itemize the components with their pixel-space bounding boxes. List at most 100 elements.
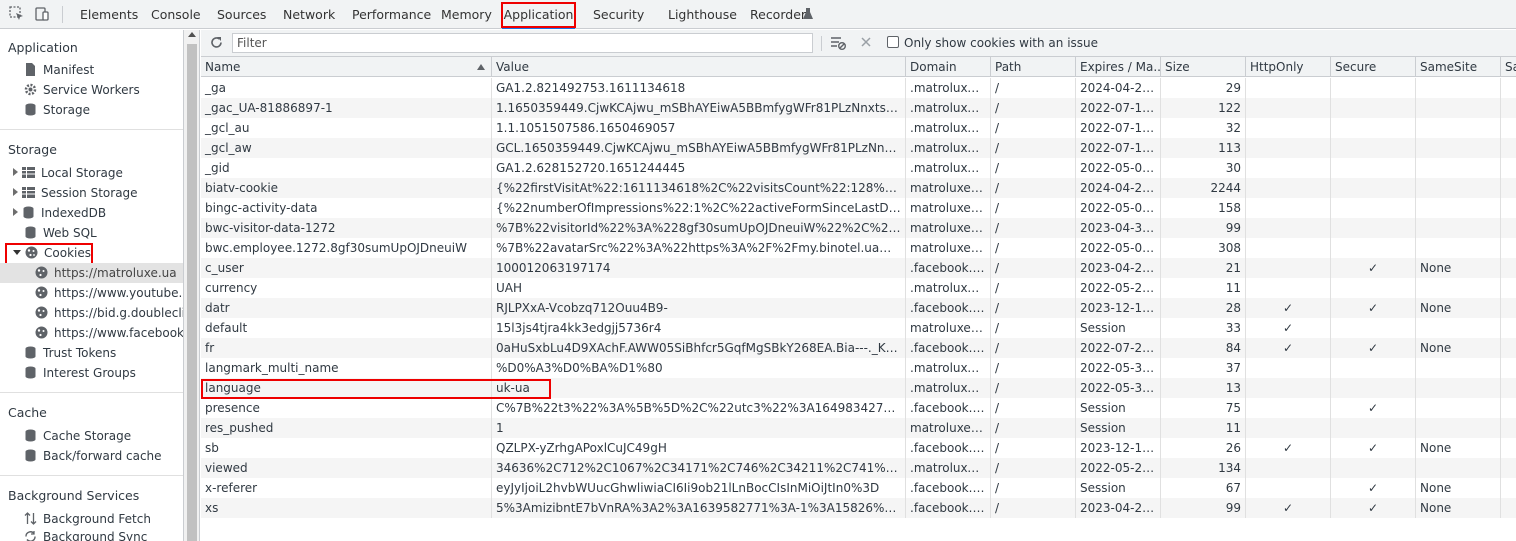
column-header-httponly[interactable]: HttpOnly [1246,57,1331,77]
sidebar-item-cookie-site[interactable]: https://www.youtube.co [35,283,183,303]
column-header-secure[interactable]: Secure [1331,57,1416,77]
delete-selected-icon[interactable] [859,35,873,52]
table-row[interactable]: viewed 34636%2C712%2C1067%2C34171%2C746%2… [201,458,1516,478]
table-row[interactable]: _gcl_aw GCL.1650359449.CjwKCAjwu_mSBhAYEi… [201,138,1516,158]
database-icon [24,225,37,239]
expand-arrow-icon[interactable] [13,188,18,196]
cell-value: 100012063197174 [492,258,906,278]
column-header-samesite[interactable]: SameSite [1416,57,1501,77]
table-row[interactable]: datr RJLPXxA-Vcobzq712Ouu4B9- .facebook.co… [201,298,1516,318]
sidebar-item-interest-groups[interactable]: Interest Groups [24,363,136,383]
device-toolbar-icon[interactable] [33,5,51,23]
tab-performance[interactable]: Performance [352,0,431,29]
table-row[interactable]: presence C%7B%22t3%22%3A%5B%5D%2C%22utc3%… [201,398,1516,418]
column-header-value[interactable]: Value [492,57,906,77]
cell-httponly [1246,198,1331,218]
tab-elements[interactable]: Elements [80,0,138,29]
sidebar-item-trust-tokens[interactable]: Trust Tokens [24,343,116,363]
only-issues-checkbox[interactable] [887,36,899,48]
cell-path: / [991,378,1076,398]
toolbar-divider [62,6,63,23]
tab-memory[interactable]: Memory [441,0,492,29]
tab-network[interactable]: Network [283,0,335,29]
table-row[interactable]: _gac_UA-81886897-1 1.1650359449.CjwKCAjwu… [201,98,1516,118]
cell-secure [1331,198,1416,218]
table-row[interactable]: c_user 100012063197174 .facebook.co.../202… [201,258,1516,278]
section-background-services: Background Services [8,488,140,503]
sidebar-item-background-fetch[interactable]: Background Fetch [24,509,151,529]
table-row[interactable]: fr 0aHuSxbLu4D9XAchF.AWW05SiBhfcr5GqfMgSB… [201,338,1516,358]
cell-path: / [991,238,1076,258]
table-row[interactable]: bingc-activity-data {%22numberOfImpressio… [201,198,1516,218]
scroll-up-arrow-icon[interactable] [188,32,196,37]
sidebar-item-back-forward-cache[interactable]: Back/forward cache [24,446,162,466]
table-row[interactable]: x-referer eyJyIjoiL2hvbWUucGhwliwiaCI6Ii9… [201,478,1516,498]
table-row[interactable]: res_pushed 1 matroluxe.ua / Session 11 [201,418,1516,438]
collapse-arrow-icon[interactable] [13,250,21,255]
column-header-size[interactable]: Size [1161,57,1246,77]
cell-name: presence [201,398,492,418]
cell-size: 33 [1161,318,1246,338]
cell-path: / [991,198,1076,218]
tab-security[interactable]: Security [593,0,644,29]
cell-path: / [991,98,1076,118]
table-row[interactable]: default 15l3js4tjra4kk3edgjj5736r4 matrolu… [201,318,1516,338]
sidebar-item-service-workers[interactable]: Service Workers [24,80,140,100]
sidebar-item-manifest[interactable]: Manifest [24,60,94,80]
tab-sources[interactable]: Sources [217,0,266,29]
tab-application[interactable]: Application [502,0,575,29]
sidebar-item-cookies[interactable]: Cookies [13,243,91,263]
column-header-sameparty[interactable]: Sa [1501,57,1516,77]
cell-name: _ga [201,78,492,98]
sidebar-item-cookie-site[interactable]: https://www.facebook.co [35,323,183,343]
table-row[interactable]: _gid GA1.2.628152720.1651244445 .matroluxe… [201,158,1516,178]
expand-arrow-icon[interactable] [13,208,18,216]
sidebar-item-cookie-site[interactable]: https://matroluxe.ua [0,263,183,283]
sidebar-item-cache-storage[interactable]: Cache Storage [24,426,131,446]
scrollbar-thumb[interactable] [187,44,197,541]
column-header-name[interactable]: Name [201,57,492,77]
column-header-path[interactable]: Path [991,57,1076,77]
cell-name: c_user [201,258,492,278]
table-row[interactable]: sb QZLPX-yZrhgAPoxlCuJC49gH .facebook.co..… [201,438,1516,458]
sidebar-item-local-storage[interactable]: Local Storage [13,163,123,183]
cell-size: 84 [1161,338,1246,358]
cell-path: / [991,158,1076,178]
cell-domain: matroluxe.ua [906,198,991,218]
refresh-icon[interactable] [209,35,224,53]
sidebar-item-session-storage[interactable]: Session Storage [13,183,138,203]
sidebar-item-indexeddb[interactable]: IndexedDB [13,203,106,223]
sidebar-item-cookie-site[interactable]: https://bid.g.doubleclick [35,303,183,323]
table-row[interactable]: _ga GA1.2.821492753.1611134618 .matroluxe.… [201,78,1516,98]
cell-domain: .facebook.co... [906,258,991,278]
tab-recorder[interactable]: Recorder [750,0,806,29]
cell-domain: matroluxe.ua [906,238,991,258]
cell-sameparty [1501,138,1516,158]
inspect-element-icon[interactable] [8,5,26,23]
column-header-domain[interactable]: Domain [906,57,991,77]
table-row[interactable]: langmark_multi_name %D0%A3%D0%BA%D1%80 .ma… [201,358,1516,378]
sidebar-item-background-sync[interactable]: Background Sync [24,527,147,541]
table-row[interactable]: _gcl_au 1.1.1051507586.1650469057 .matrolu… [201,118,1516,138]
sidebar-item-web-sql[interactable]: Web SQL [24,223,97,243]
filter-input[interactable] [232,33,813,53]
sidebar-scrollbar[interactable] [184,30,200,541]
table-row[interactable]: biatv-cookie {%22firstVisitAt%22:16111346… [201,178,1516,198]
cell-samesite [1416,398,1501,418]
column-header-expires[interactable]: Expires / Ma... [1076,57,1161,77]
table-row[interactable]: bwc.employee.1272.8gf30sumUpOJDneuiW %7B%… [201,238,1516,258]
table-row[interactable]: bwc-visitor-data-1272 %7B%22visitorId%22%… [201,218,1516,238]
expand-arrow-icon[interactable] [13,168,18,176]
table-row[interactable]: currency UAH .matroluxe.ua/2022-05-28... 11 [201,278,1516,298]
cell-size: 99 [1161,218,1246,238]
table-row[interactable]: language uk-ua .matroluxe.ua/2022-05-30...… [201,378,1516,398]
tab-lighthouse[interactable]: Lighthouse [668,0,737,29]
table-row[interactable]: xs 5%3AmizibntE7bVnRA%3A2%3A1639582771%3A… [201,498,1516,518]
cell-expires: Session [1076,398,1161,418]
clear-filtered-cookies-icon[interactable] [830,35,846,54]
sidebar-item-storage[interactable]: Storage [24,100,90,120]
cell-samesite [1416,358,1501,378]
tab-console[interactable]: Console [151,0,201,29]
cell-samesite [1416,218,1501,238]
cell-value: 5%3AmizibntE7bVnRA%3A2%3A1639582771%3A-1… [492,498,906,518]
